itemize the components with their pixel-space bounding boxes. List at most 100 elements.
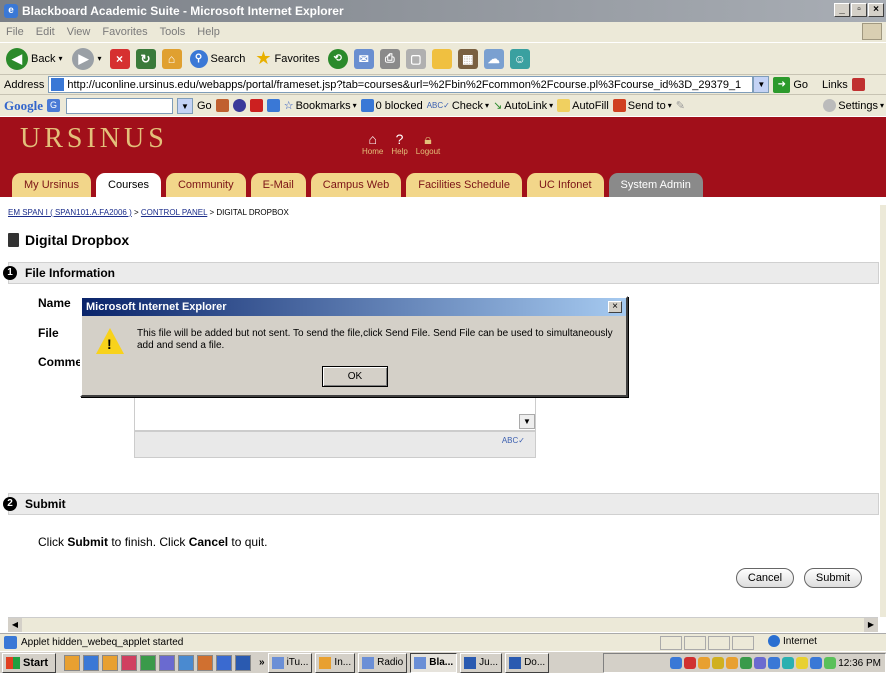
close-window-button[interactable]: × (868, 3, 884, 17)
google-search-input[interactable] (66, 97, 173, 114)
quicklaunch-overflow-icon[interactable]: » (259, 657, 265, 668)
tray-icon[interactable] (768, 657, 781, 669)
address-input[interactable]: http://uconline.ursinus.edu/webapps/port… (48, 76, 754, 93)
comments-textarea[interactable]: ▼ (134, 395, 536, 431)
tray-icon[interactable] (810, 657, 823, 669)
submit-button[interactable]: Submit (804, 568, 862, 588)
menu-file[interactable]: File (6, 26, 24, 38)
address-dropdown-button[interactable]: ▼ (753, 76, 770, 93)
favorites-button[interactable]: ★ Favorites (253, 47, 321, 71)
menu-edit[interactable]: Edit (36, 26, 55, 38)
tray-icon[interactable] (698, 657, 711, 669)
mail-button[interactable]: ✉ (353, 48, 374, 69)
start-button[interactable]: Start (2, 652, 56, 673)
refresh-button[interactable]: ↻ (135, 48, 156, 69)
research-button[interactable]: ▦ (457, 48, 478, 69)
menu-view[interactable]: View (67, 26, 91, 38)
tray-icon[interactable] (740, 657, 753, 669)
tab-uc-infonet[interactable]: UC Infonet (526, 173, 604, 197)
tray-icon[interactable] (754, 657, 767, 669)
tab-campus-web[interactable]: Campus Web (310, 173, 402, 197)
cancel-button[interactable]: Cancel (736, 568, 794, 588)
clock[interactable]: 12:36 PM (838, 658, 881, 669)
ok-button[interactable]: OK (322, 366, 388, 387)
taskbar-item[interactable]: Ju... (460, 652, 503, 673)
quicklaunch-icon[interactable] (197, 654, 213, 671)
menu-favorites[interactable]: Favorites (102, 26, 147, 38)
gmail-icon[interactable] (249, 99, 263, 112)
tab-email[interactable]: E-Mail (250, 173, 306, 197)
search-button[interactable]: ⚲ Search (188, 47, 248, 71)
menu-tools[interactable]: Tools (160, 26, 186, 38)
home-link[interactable]: ⌂ Home (362, 131, 383, 156)
popup-blocker-button[interactable]: 0 blocked (360, 99, 423, 112)
edit-button[interactable]: ▢ (405, 48, 426, 69)
home-button[interactable]: ⌂ (161, 48, 182, 69)
send-to-button[interactable]: Send to ▾ (612, 99, 672, 112)
forward-button[interactable]: ▶ ▾ (70, 47, 103, 71)
taskbar-item[interactable]: Do... (505, 652, 550, 673)
quicklaunch-icon[interactable] (64, 654, 80, 671)
go-button[interactable]: ➜ Go (773, 76, 808, 93)
quicklaunch-icon[interactable] (178, 654, 194, 671)
tray-icon[interactable] (824, 657, 837, 669)
bookmarks-button[interactable]: ☆ Bookmarks ▾ (284, 99, 357, 113)
settings-button[interactable]: Settings ▾ (823, 99, 884, 112)
taskbar-item[interactable]: In... (315, 652, 356, 673)
quicklaunch-icon[interactable] (216, 654, 232, 671)
tray-icon[interactable] (670, 657, 683, 669)
google-tools-icon[interactable] (266, 99, 280, 112)
tray-icon[interactable] (726, 657, 739, 669)
taskbar-item[interactable]: iTu... (267, 652, 313, 673)
tab-courses[interactable]: Courses (96, 173, 161, 197)
tab-community[interactable]: Community (165, 173, 246, 197)
google-news-icon[interactable] (215, 99, 229, 112)
spellcheck-button[interactable]: ABC✓ (502, 436, 525, 445)
tray-icon[interactable] (712, 657, 725, 669)
folder-icon[interactable] (431, 48, 452, 69)
scroll-down-button[interactable]: ▼ (519, 414, 535, 429)
history-button[interactable]: ⟲ (327, 48, 348, 69)
tray-icon[interactable] (796, 657, 809, 669)
spellcheck-button[interactable]: ABC✓ Check ▾ (427, 100, 489, 112)
people-icon[interactable]: ☺ (509, 48, 530, 69)
print-button[interactable]: ⎙ (379, 48, 400, 69)
ursinus-logo[interactable]: URSINUS (20, 123, 168, 155)
tab-system-admin[interactable]: System Admin (608, 173, 703, 197)
tray-icon[interactable] (684, 657, 697, 669)
tab-facilities-schedule[interactable]: Facilities Schedule (406, 173, 522, 197)
breadcrumb-control-panel-link[interactable]: CONTROL PANEL (141, 208, 207, 217)
logout-link[interactable]: 🔒︎ Logout (416, 131, 440, 156)
dialog-close-button[interactable]: × (608, 301, 622, 313)
stop-button[interactable]: × (109, 48, 130, 69)
breadcrumb-course-link[interactable]: EM SPAN I ( SPAN101.A.FA2006 ) (8, 208, 132, 217)
tray-icon[interactable] (782, 657, 795, 669)
vertical-scrollbar[interactable] (880, 205, 886, 617)
links-button[interactable]: Links (822, 78, 865, 91)
maximize-button[interactable]: ▫ (851, 3, 867, 17)
google-globe-icon[interactable] (232, 99, 246, 112)
google-dropdown-button[interactable]: ▼ (177, 97, 193, 114)
taskbar-item-active[interactable]: Bla... (410, 652, 458, 673)
quicklaunch-icon[interactable] (83, 654, 99, 671)
horizontal-scrollbar[interactable]: ◀ ▶ (8, 617, 878, 632)
scroll-left-button[interactable]: ◀ (8, 618, 22, 632)
autolink-button[interactable]: ↘ AutoLink ▾ (493, 99, 553, 113)
back-button[interactable]: ◀ Back ▾ (4, 47, 64, 71)
scroll-right-button[interactable]: ▶ (864, 618, 878, 632)
quicklaunch-icon[interactable] (140, 654, 156, 671)
autofill-button[interactable]: AutoFill (557, 99, 609, 112)
quicklaunch-icon[interactable] (235, 654, 251, 671)
taskbar-item[interactable]: Radio (358, 652, 408, 673)
tab-my-ursinus[interactable]: My Ursinus (12, 173, 92, 197)
minimize-button[interactable]: _ (834, 3, 850, 17)
quicklaunch-icon[interactable] (159, 654, 175, 671)
quicklaunch-icon[interactable] (121, 654, 137, 671)
highlight-icon[interactable]: ✎ (676, 99, 685, 112)
google-go-button[interactable]: Go (197, 100, 212, 112)
google-menu-button[interactable]: G (47, 99, 60, 112)
help-link[interactable]: ? Help (391, 131, 407, 156)
menu-help[interactable]: Help (197, 26, 220, 38)
quicklaunch-icon[interactable] (102, 654, 118, 671)
messenger-button[interactable]: ☁ (483, 48, 504, 69)
